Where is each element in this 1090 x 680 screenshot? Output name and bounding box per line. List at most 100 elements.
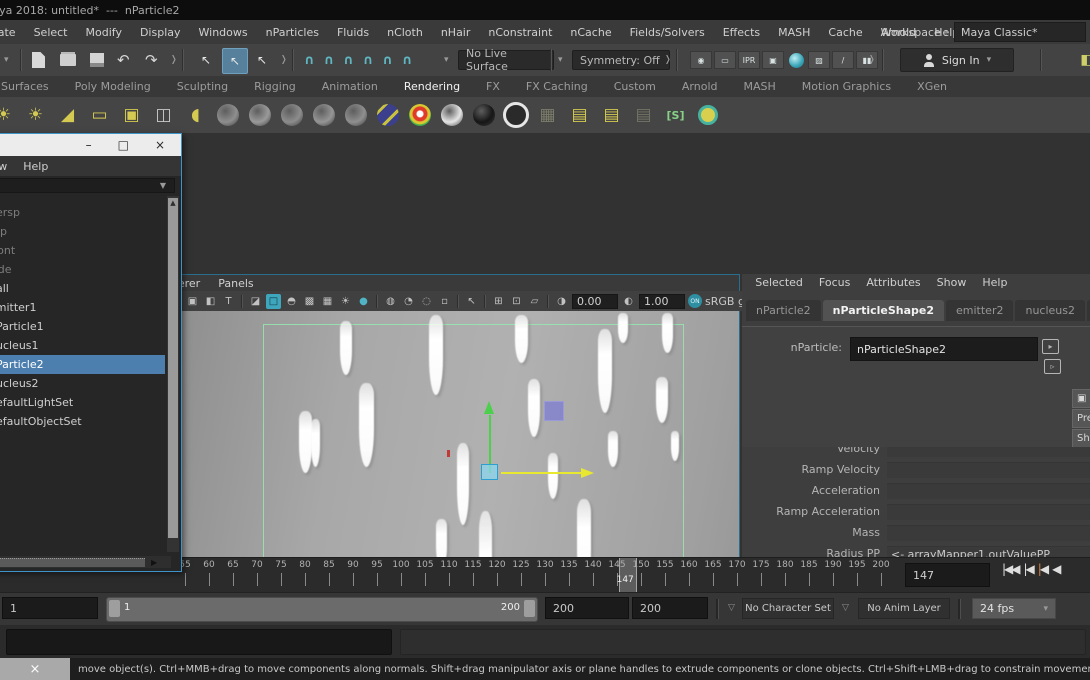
- snap-curve-icon[interactable]: ∩: [324, 53, 335, 68]
- checker-icon[interactable]: ▦: [320, 294, 335, 309]
- play-backwards-button[interactable]: ◀: [1052, 562, 1059, 576]
- range-start-handle[interactable]: [109, 600, 120, 617]
- attribute-field[interactable]: [887, 504, 1090, 520]
- use-background-icon[interactable]: [470, 102, 497, 129]
- shelf-tab-xgen[interactable]: XGen: [904, 80, 960, 93]
- phong-material-icon[interactable]: [310, 102, 337, 129]
- blinn-material-icon[interactable]: [246, 102, 273, 129]
- outliner-item-nucleus1[interactable]: nucleus1: [0, 336, 165, 355]
- ghost-node-icon[interactable]: ▤: [630, 102, 657, 129]
- range-slider[interactable]: 1 200: [106, 597, 538, 622]
- step-back-frame-button[interactable]: |◀: [1024, 562, 1033, 576]
- viewport-menu-panels[interactable]: Panels: [209, 277, 262, 290]
- standard-surface-material-icon[interactable]: [214, 102, 241, 129]
- outliner-item-top[interactable]: top: [0, 222, 165, 241]
- snap-point-icon[interactable]: ∩: [343, 53, 354, 68]
- menu-ncache[interactable]: nCache: [561, 26, 620, 39]
- snap-view-plane-icon[interactable]: ∩: [382, 53, 393, 68]
- symmetry-caret-icon[interactable]: ▾: [558, 49, 563, 71]
- outliner-item-front[interactable]: front: [0, 241, 165, 260]
- menu-ncloth[interactable]: nCloth: [378, 26, 432, 39]
- assign-shader-icon[interactable]: [S]: [662, 102, 689, 129]
- timeline-playhead[interactable]: 147: [619, 558, 637, 593]
- attribute-field[interactable]: [887, 462, 1090, 478]
- manipulator-x-arrowhead-icon[interactable]: [581, 468, 594, 478]
- motion-blur-icon[interactable]: ◌: [419, 294, 434, 309]
- textured-mode-icon[interactable]: ▩: [302, 294, 317, 309]
- wireframe-icon[interactable]: ◪: [248, 294, 263, 309]
- maximize-icon[interactable]: □: [118, 138, 129, 152]
- group-expand-icon[interactable]: ❭: [868, 49, 876, 71]
- shelf-tab-arnold[interactable]: Arnold: [669, 80, 731, 93]
- save-scene-button[interactable]: [90, 49, 104, 71]
- grease-pencil-icon[interactable]: ▱: [527, 294, 542, 309]
- select-component-mode-button[interactable]: ↖: [250, 48, 274, 72]
- ramp-shader-icon[interactable]: [406, 102, 433, 129]
- viewport-menu-renderer[interactable]: Renderer: [181, 277, 209, 290]
- menu-nhair[interactable]: nHair: [432, 26, 480, 39]
- outliner-item-nParticle1[interactable]: nParticle1: [0, 317, 165, 336]
- shading-map-icon[interactable]: [502, 102, 529, 129]
- menu-create[interactable]: Create: [0, 26, 25, 39]
- ae-menu-focus[interactable]: Focus: [811, 276, 858, 289]
- select-object-mode-button[interactable]: ↖: [222, 48, 248, 74]
- render-view-icon[interactable]: ◉: [690, 51, 712, 69]
- node-pin-icon[interactable]: ▹: [1044, 359, 1061, 374]
- shelf-tab-animation[interactable]: Animation: [309, 80, 391, 93]
- node-name-field[interactable]: nParticleShape2: [850, 337, 1038, 361]
- ambient-occlusion-icon[interactable]: ◍: [383, 294, 398, 309]
- modeling-toolkit-icon[interactable]: ◧: [1076, 49, 1090, 71]
- manipulator-y-arrowhead-icon[interactable]: [484, 401, 494, 414]
- workspace-dropdown[interactable]: Maya Classic*: [954, 22, 1086, 42]
- camera-icon[interactable]: ◫: [150, 102, 177, 129]
- menu-modify[interactable]: Modify: [77, 26, 131, 39]
- shading-group-icon[interactable]: ▤: [566, 102, 593, 129]
- ae-tab-nParticleShape2[interactable]: nParticleShape2: [823, 300, 944, 321]
- text-hud-icon[interactable]: T: [221, 294, 236, 309]
- menu-windows[interactable]: Windows: [190, 26, 257, 39]
- layered-shader-icon[interactable]: [374, 102, 401, 129]
- shelf-tab-surfaces[interactable]: Surfaces: [0, 80, 62, 93]
- attribute-field[interactable]: [887, 447, 1090, 457]
- image-plane-icon[interactable]: ▣: [185, 294, 200, 309]
- xray-icon[interactable]: ●: [356, 294, 371, 309]
- toolbar-collapse-caret-icon[interactable]: ▾: [4, 49, 9, 71]
- ae-menu-show[interactable]: Show: [929, 276, 975, 289]
- outliner-item-nucleus2[interactable]: nucleus2: [0, 374, 165, 393]
- open-scene-button[interactable]: [60, 49, 76, 71]
- outliner-item-defaultLightSet[interactable]: defaultLightSet: [0, 393, 165, 412]
- ae-tab-nucleus2[interactable]: nucleus2: [1015, 300, 1085, 321]
- menu-select[interactable]: Select: [25, 26, 77, 39]
- go-to-start-button[interactable]: |◀◀: [1002, 562, 1019, 576]
- lambert-material-icon[interactable]: [278, 102, 305, 129]
- render-settings-icon[interactable]: ▣: [762, 51, 784, 69]
- help-close-button[interactable]: ×: [0, 658, 70, 680]
- directional-light-icon[interactable]: ☀: [0, 102, 17, 129]
- shelf-tab-motion-graphics[interactable]: Motion Graphics: [789, 80, 904, 93]
- outliner-horizontal-scrollbar[interactable]: ▶: [0, 556, 171, 568]
- shelf-tab-sculpting[interactable]: Sculpting: [164, 80, 241, 93]
- shelf-tab-poly-modeling[interactable]: Poly Modeling: [62, 80, 164, 93]
- ae-tab-emitter2[interactable]: emitter2: [946, 300, 1013, 321]
- outliner-item-nParticle2[interactable]: nParticle2: [0, 355, 165, 374]
- minimize-icon[interactable]: –: [86, 138, 92, 152]
- outliner-item-side[interactable]: side: [0, 260, 165, 279]
- group-expand-icon[interactable]: ❭: [280, 49, 288, 71]
- outliner-item-ball[interactable]: ball: [0, 279, 165, 298]
- spot-light-icon[interactable]: ◢: [54, 102, 81, 129]
- command-result-field[interactable]: [400, 629, 1086, 655]
- anim-layer-caret-icon[interactable]: ▽: [842, 603, 849, 613]
- step-back-key-button[interactable]: |◀: [1038, 562, 1047, 576]
- close-icon[interactable]: ×: [155, 138, 165, 152]
- current-frame-field[interactable]: 147: [905, 563, 990, 587]
- area-light-icon[interactable]: ▭: [86, 102, 113, 129]
- ambient-light-icon[interactable]: ◖: [182, 102, 209, 129]
- isolate-select-icon[interactable]: ↖: [464, 294, 479, 309]
- ae-menu-selected[interactable]: Selected: [747, 276, 811, 289]
- snap-grid-icon[interactable]: ∩: [304, 53, 315, 68]
- fps-dropdown[interactable]: 24 fps ▾: [972, 598, 1056, 619]
- manipulator-x-axis[interactable]: [501, 472, 581, 474]
- shelf-tab-rigging[interactable]: Rigging: [241, 80, 309, 93]
- undo-button[interactable]: ↶: [117, 49, 130, 71]
- smooth-shade-icon[interactable]: ◓: [284, 294, 299, 309]
